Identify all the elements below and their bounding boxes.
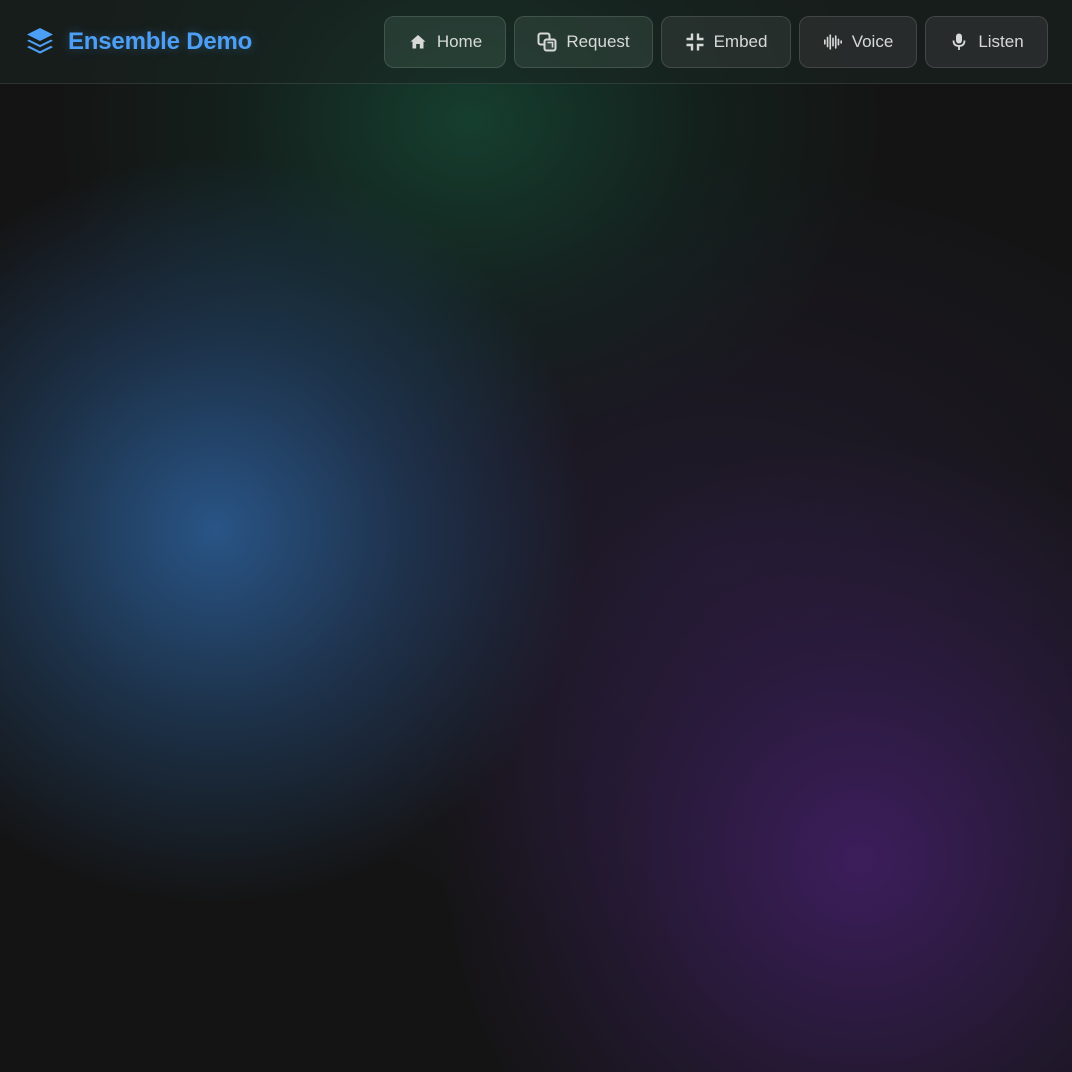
layers-icon <box>24 25 56 59</box>
app-title: Ensemble Demo <box>68 28 253 55</box>
embed-button[interactable]: Embed <box>661 16 791 68</box>
main-nav: Home Request Embed Voice Listen <box>384 16 1048 68</box>
home-button[interactable]: Home <box>384 16 506 68</box>
waveform-icon <box>823 32 843 52</box>
voice-button[interactable]: Voice <box>799 16 917 68</box>
microphone-icon <box>949 32 969 52</box>
listen-button[interactable]: Listen <box>925 16 1048 68</box>
request-label: Request <box>566 32 630 51</box>
voice-label: Voice <box>851 32 894 51</box>
listen-label: Listen <box>978 32 1024 51</box>
compress-icon <box>685 32 705 52</box>
request-icon <box>537 32 557 52</box>
embed-label: Embed <box>713 32 768 51</box>
brand[interactable]: Ensemble Demo <box>24 24 252 60</box>
home-label: Home <box>436 32 483 51</box>
home-icon <box>408 32 428 52</box>
main-content-area <box>0 85 1072 1072</box>
request-button[interactable]: Request <box>514 16 653 68</box>
top-navigation-bar: Ensemble Demo Home Request Embed Voice L… <box>0 0 1072 84</box>
